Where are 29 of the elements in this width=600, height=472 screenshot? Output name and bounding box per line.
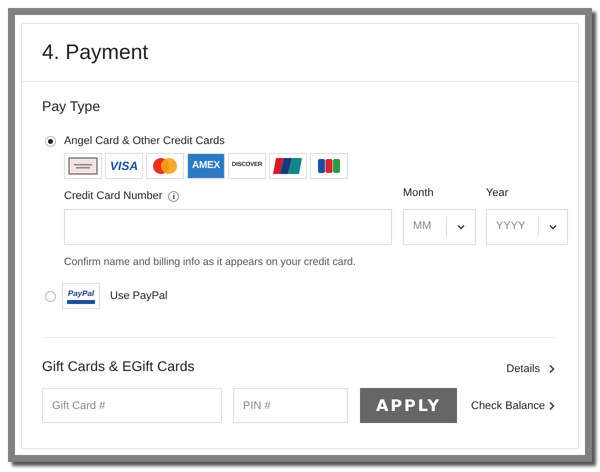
section-title: 4. Payment [42, 40, 148, 66]
info-icon[interactable]: i [168, 191, 180, 202]
card-logo-icon [64, 152, 102, 178]
input-field[interactable]: PIN # [233, 388, 348, 424]
paypal-logo: PayPal [62, 283, 100, 310]
section-heading: Pay Type [42, 97, 102, 116]
card-logo-icon [310, 152, 348, 178]
radio-button[interactable] [45, 290, 56, 302]
chevron-right-icon [548, 400, 556, 411]
field-label: Year [486, 186, 510, 200]
section-heading: Gift Cards & EGift Cards [42, 357, 194, 376]
help-text: Confirm name and billing info as it appears on your credit card. [64, 254, 357, 270]
card-logo-icon [146, 152, 184, 178]
check-balance-link[interactable]: Check Balance [471, 398, 556, 414]
dropdown[interactable]: MM [403, 208, 476, 244]
card-logo-icon: VISA [105, 152, 143, 178]
input-field[interactable]: Gift Card # [42, 388, 222, 424]
chevron-right-icon [548, 364, 556, 374]
field-label: Credit Card Number [64, 189, 162, 204]
details-link[interactable]: Details [506, 360, 556, 378]
dropdown[interactable]: YYYY [486, 208, 568, 244]
field-label: Month [403, 186, 435, 200]
radio-button[interactable] [45, 136, 56, 147]
option-label[interactable]: Angel Card & Other Credit Cards [64, 133, 225, 150]
card-logo-icon [269, 152, 307, 178]
option-label[interactable]: Use PayPal [110, 288, 168, 304]
card-logo-icon: AMEX [187, 152, 225, 178]
apply-button[interactable]: APPLY [360, 388, 457, 424]
input-field[interactable] [64, 208, 392, 244]
